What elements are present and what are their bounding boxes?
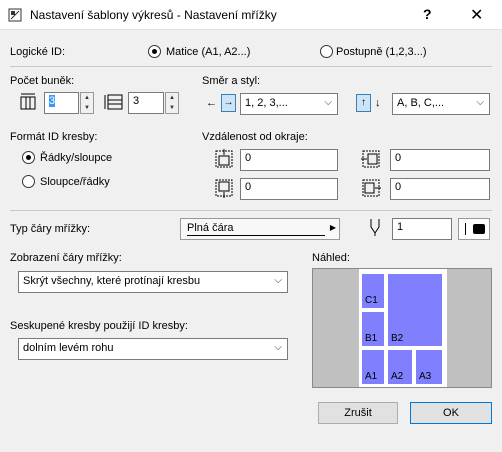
- chevron-right-icon: ▶: [329, 223, 336, 232]
- radio-sequential[interactable]: [320, 45, 333, 58]
- line-display-select[interactable]: Skrýt všechny, které protínají kresbu ⌵: [18, 271, 288, 293]
- columns-icon: [18, 92, 38, 112]
- line-type-label: Typ čáry mřížky:: [10, 223, 91, 235]
- margin-top-icon: [213, 148, 235, 170]
- arrow-right-button[interactable]: →: [221, 94, 236, 112]
- vertical-style-value: A, B, C,...: [397, 97, 445, 109]
- rows-field[interactable]: 3: [128, 92, 164, 114]
- rows-icon: [104, 92, 124, 112]
- horizontal-style-select[interactable]: 1, 2, 3,... ⌵: [240, 93, 338, 115]
- direction-label: Směr a styl:: [202, 75, 261, 87]
- preview-cell-a1: A1: [361, 349, 385, 385]
- margin-bottom-field[interactable]: 0: [240, 178, 338, 200]
- window-title: Nastavení šablony výkresů - Nastavení mř…: [30, 8, 277, 22]
- margin-bottom-icon: [213, 177, 235, 199]
- columns-spinner[interactable]: ▲ ▼: [80, 92, 94, 114]
- pen-color-swatch[interactable]: [458, 218, 490, 240]
- line-display-value: Skrýt všechny, které protínají kresbu: [23, 275, 201, 287]
- arrow-left-icon[interactable]: ←: [206, 97, 217, 109]
- vertical-style-select[interactable]: A, B, C,... ⌵: [392, 93, 490, 115]
- radio-matrix-label: Matice (A1, A2...): [166, 46, 251, 58]
- margin-left-icon: [360, 148, 382, 170]
- pen-number-field[interactable]: 1: [392, 218, 452, 240]
- preview-cell-b2: B2: [387, 273, 443, 347]
- chevron-down-icon: ⌵: [274, 342, 282, 353]
- margin-top-field[interactable]: 0: [240, 149, 338, 171]
- help-button[interactable]: ?: [423, 6, 432, 22]
- cancel-button[interactable]: Zrušit: [318, 402, 398, 424]
- radio-cols-rows-label: Sloupce/řádky: [40, 176, 110, 188]
- radio-matrix[interactable]: [148, 45, 161, 58]
- grouped-label: Seskupené kresby použijí ID kresby:: [10, 320, 188, 332]
- margin-left-field[interactable]: 0: [390, 149, 490, 171]
- grouped-value: dolním levém rohu: [23, 342, 114, 354]
- close-button[interactable]: ✕: [470, 5, 483, 25]
- columns-field[interactable]: 3: [44, 92, 79, 114]
- line-sample: [187, 235, 325, 236]
- horizontal-style-value: 1, 2, 3,...: [245, 97, 288, 109]
- margin-right-icon: [360, 177, 382, 199]
- line-type-select[interactable]: Plná čára ▶: [180, 218, 340, 240]
- arrow-up-button[interactable]: ↑: [356, 94, 371, 112]
- radio-cols-rows[interactable]: [22, 175, 35, 188]
- preview-cell-c1: C1: [361, 273, 385, 309]
- separator: [10, 66, 492, 67]
- margin-right-field[interactable]: 0: [390, 178, 490, 200]
- id-format-label: Formát ID kresby:: [10, 131, 98, 143]
- preview-panel: C1 B1 B2 A1 A2 A3: [312, 268, 492, 388]
- chevron-down-icon: ⌵: [274, 275, 282, 286]
- chevron-down-icon: ⌵: [324, 97, 332, 108]
- grouped-select[interactable]: dolním levém rohu ⌵: [18, 338, 288, 360]
- preview-cell-a3: A3: [415, 349, 443, 385]
- preview-cell-a2: A2: [387, 349, 413, 385]
- chevron-down-icon: ⌵: [476, 97, 484, 108]
- app-icon: [8, 8, 22, 22]
- margins-label: Vzdálenost od okraje:: [202, 131, 308, 143]
- radio-rows-cols-label: Řádky/sloupce: [40, 152, 113, 164]
- logical-id-label: Logické ID:: [10, 46, 66, 58]
- preview-label: Náhled:: [312, 252, 350, 264]
- arrow-down-icon[interactable]: ↓: [375, 97, 381, 109]
- radio-rows-cols[interactable]: [22, 151, 35, 164]
- radio-sequential-label: Postupně (1,2,3...): [336, 46, 427, 58]
- rows-spinner[interactable]: ▲ ▼: [165, 92, 179, 114]
- separator: [10, 210, 492, 211]
- preview-cell-b1: B1: [361, 311, 385, 347]
- pen-icon: [368, 217, 382, 237]
- line-type-value: Plná čára: [187, 222, 234, 234]
- line-display-label: Zobrazení čáry mřížky:: [10, 252, 122, 264]
- cells-label: Počet buněk:: [10, 75, 75, 87]
- ok-button[interactable]: OK: [410, 402, 492, 424]
